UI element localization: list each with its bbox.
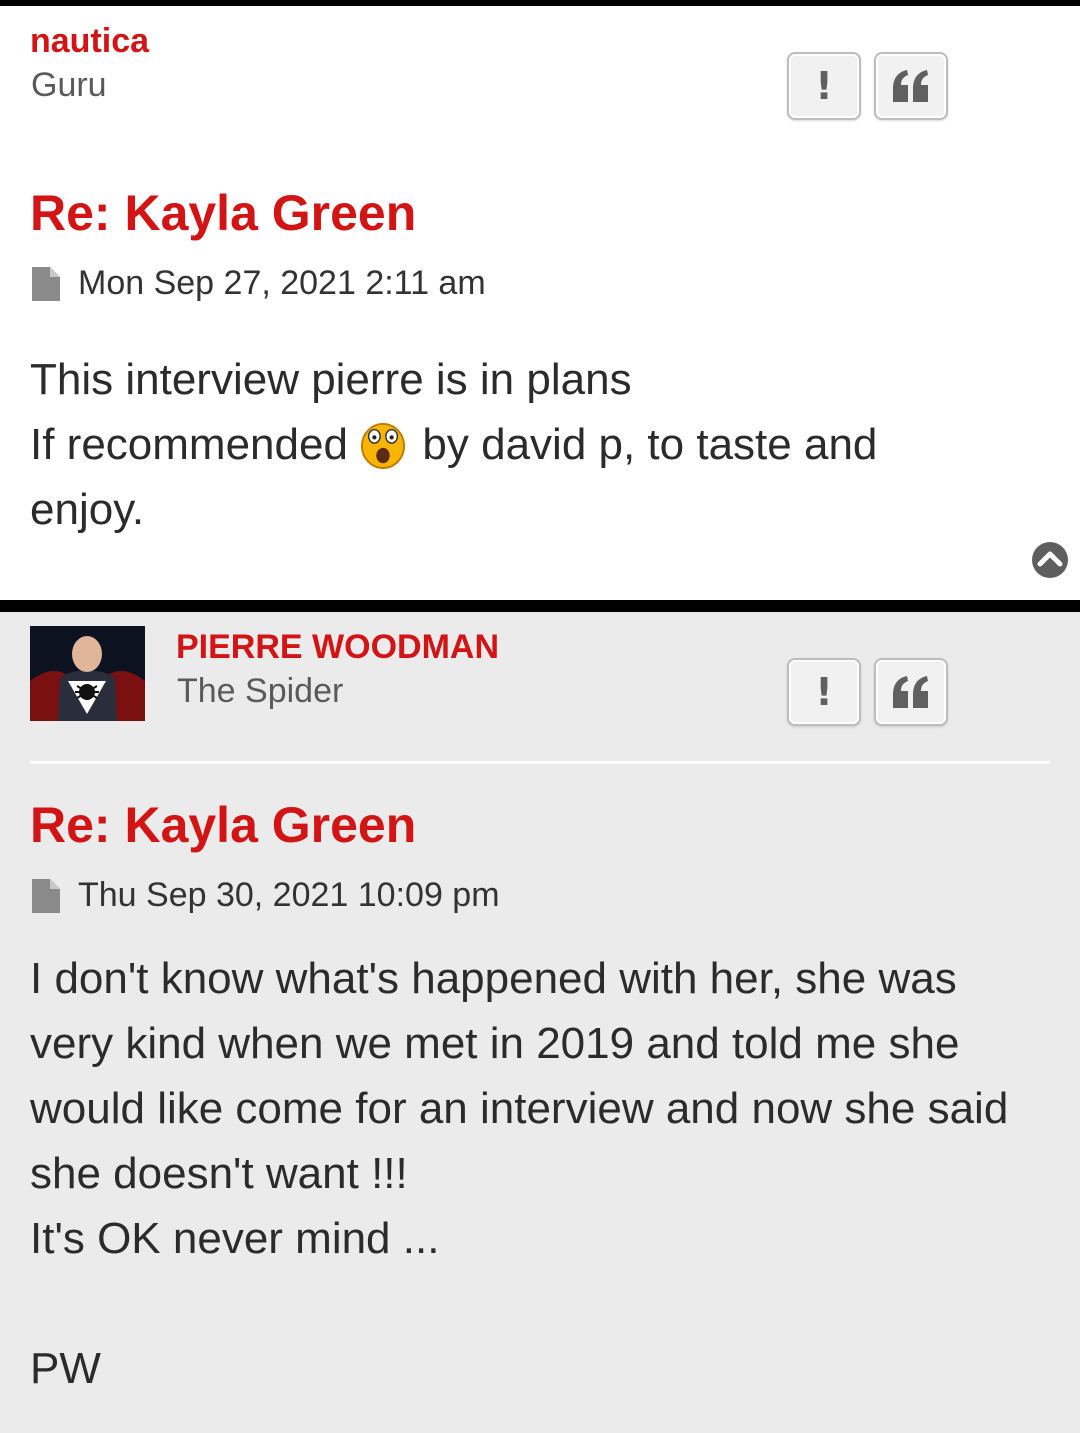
post-line-text: by david p, to taste and	[422, 420, 878, 469]
post-divider	[30, 761, 1050, 764]
post-signature: PW	[30, 1344, 101, 1393]
avatar[interactable]	[30, 626, 145, 721]
post-author[interactable]: nautica	[30, 24, 149, 58]
astonished-face-emoji	[361, 422, 406, 469]
quote-icon	[893, 676, 928, 708]
post-content: I don't know what's happened with her, s…	[30, 946, 1040, 1401]
quote-button[interactable]	[874, 52, 948, 120]
post-author-rank: The Spider	[177, 672, 344, 710]
post-title[interactable]: Re: Kayla Green	[30, 800, 416, 850]
exclamation-icon: !	[815, 670, 833, 714]
post-line: enjoy.	[30, 485, 145, 534]
post-date-row: Mon Sep 27, 2021 2:11 am	[32, 264, 486, 303]
exclamation-icon: !	[815, 64, 833, 108]
quote-button[interactable]	[874, 658, 948, 726]
post-date: Thu Sep 30, 2021 10:09 pm	[78, 876, 500, 914]
post-line: This interview pierre is in plans	[30, 355, 632, 404]
quote-icon	[893, 70, 928, 102]
document-icon[interactable]	[32, 878, 60, 913]
report-button[interactable]: !	[787, 658, 861, 726]
post-line-text: If recommended	[30, 420, 348, 469]
post-date: Mon Sep 27, 2021 2:11 am	[78, 264, 486, 302]
post-paragraph: It's OK never mind ...	[30, 1214, 440, 1263]
back-to-top-icon[interactable]	[1031, 541, 1069, 579]
post-blank-line	[30, 1271, 1040, 1336]
post-pierre-woodman: PIERRE WOODMAN The Spider ! Re: Kayla Gr…	[0, 600, 1080, 1433]
post-paragraph: I don't know what's happened with her, s…	[30, 954, 1009, 1198]
post-date-row: Thu Sep 30, 2021 10:09 pm	[32, 876, 500, 915]
post-content: This interview pierre is in plans If rec…	[30, 347, 1040, 542]
post-nautica: nautica Guru ! Re: Kayla Green Mon Sep 2…	[0, 0, 1080, 600]
avatar-image	[30, 626, 145, 721]
report-button[interactable]: !	[787, 52, 861, 120]
post-title[interactable]: Re: Kayla Green	[30, 188, 416, 238]
post-line: If recommended by david p, to taste and	[30, 412, 1040, 477]
post-author-rank: Guru	[31, 66, 107, 104]
post-author[interactable]: PIERRE WOODMAN	[176, 630, 499, 664]
document-icon[interactable]	[32, 266, 60, 301]
